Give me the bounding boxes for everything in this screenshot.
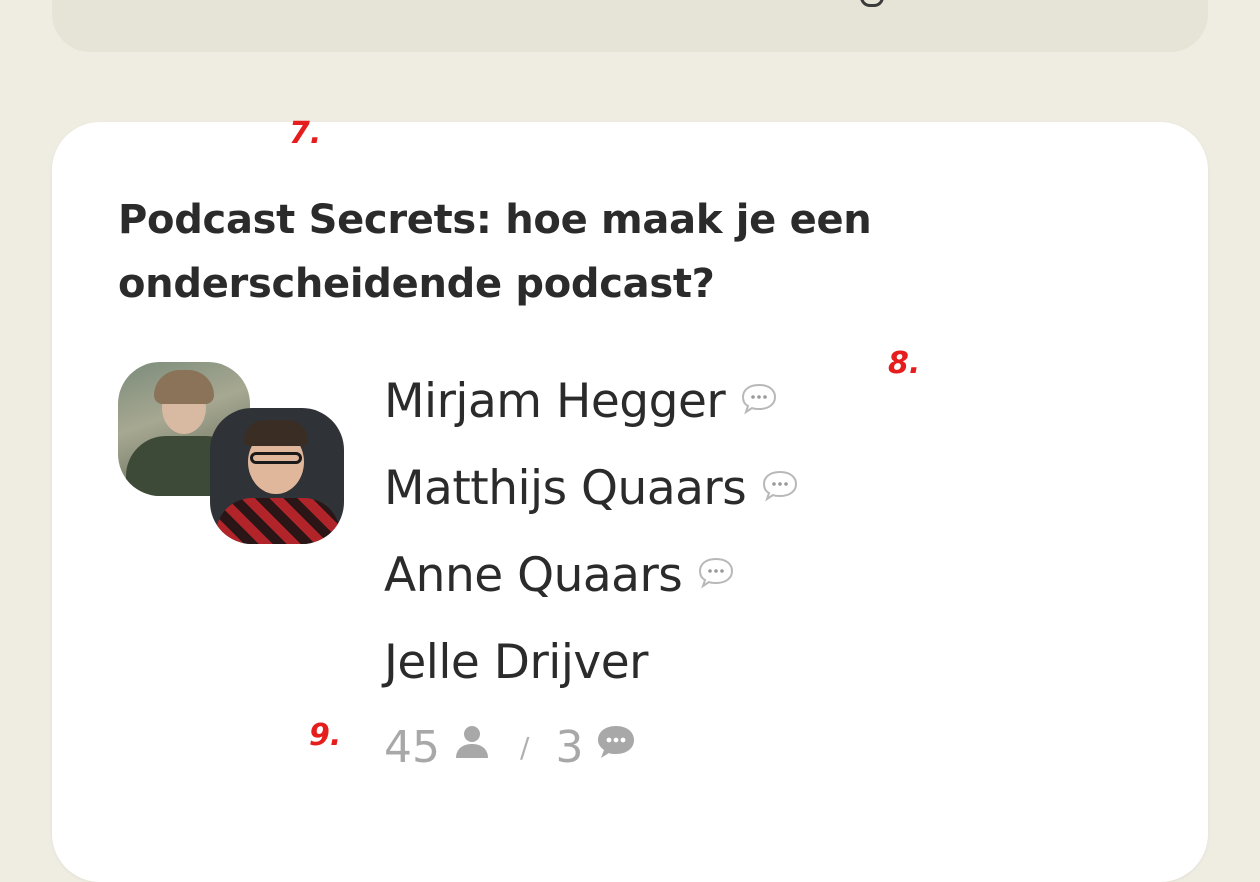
text-descender-glyph	[860, 0, 884, 7]
annotation-label: 9.	[309, 718, 342, 753]
chat-bubble-icon	[696, 550, 736, 590]
speaker-item[interactable]: Jelle Drijver	[384, 619, 800, 706]
stats-separator: /	[520, 731, 530, 764]
speaker-name: Matthijs Quaars	[384, 461, 747, 516]
chat-bubble-icon	[760, 463, 800, 503]
speaker-count: 3	[555, 722, 584, 773]
speaker-avatar[interactable]	[210, 408, 344, 544]
speaker-name: Anne Quaars	[384, 548, 683, 603]
chat-bubble-icon	[739, 376, 779, 416]
speaker-item[interactable]: Anne Quaars	[384, 532, 800, 619]
room-stats: 45 / 3	[384, 722, 637, 773]
avatar-hair-shape	[244, 420, 308, 446]
annotation-label: 8.	[888, 346, 921, 381]
speaker-name: Jelle Drijver	[384, 635, 648, 690]
listener-count: 45	[384, 722, 440, 773]
speaker-item[interactable]: Mirjam Hegger	[384, 358, 800, 445]
speech-bubble-icon	[595, 722, 637, 773]
avatar-glasses-shape	[250, 452, 302, 464]
speaker-list: Mirjam Hegger Matthijs Quaars Anne Quaar…	[384, 358, 800, 706]
speaker-item[interactable]: Matthijs Quaars	[384, 445, 800, 532]
person-icon	[452, 722, 492, 773]
room-title: Podcast Secrets: hoe maak je een ondersc…	[118, 197, 872, 307]
avatar-hair-shape	[154, 370, 214, 404]
annotation-label: 7.	[289, 116, 322, 151]
speaker-name: Mirjam Hegger	[384, 374, 726, 429]
previous-room-card[interactable]	[52, 0, 1208, 52]
avatar-body-shape	[216, 498, 340, 544]
